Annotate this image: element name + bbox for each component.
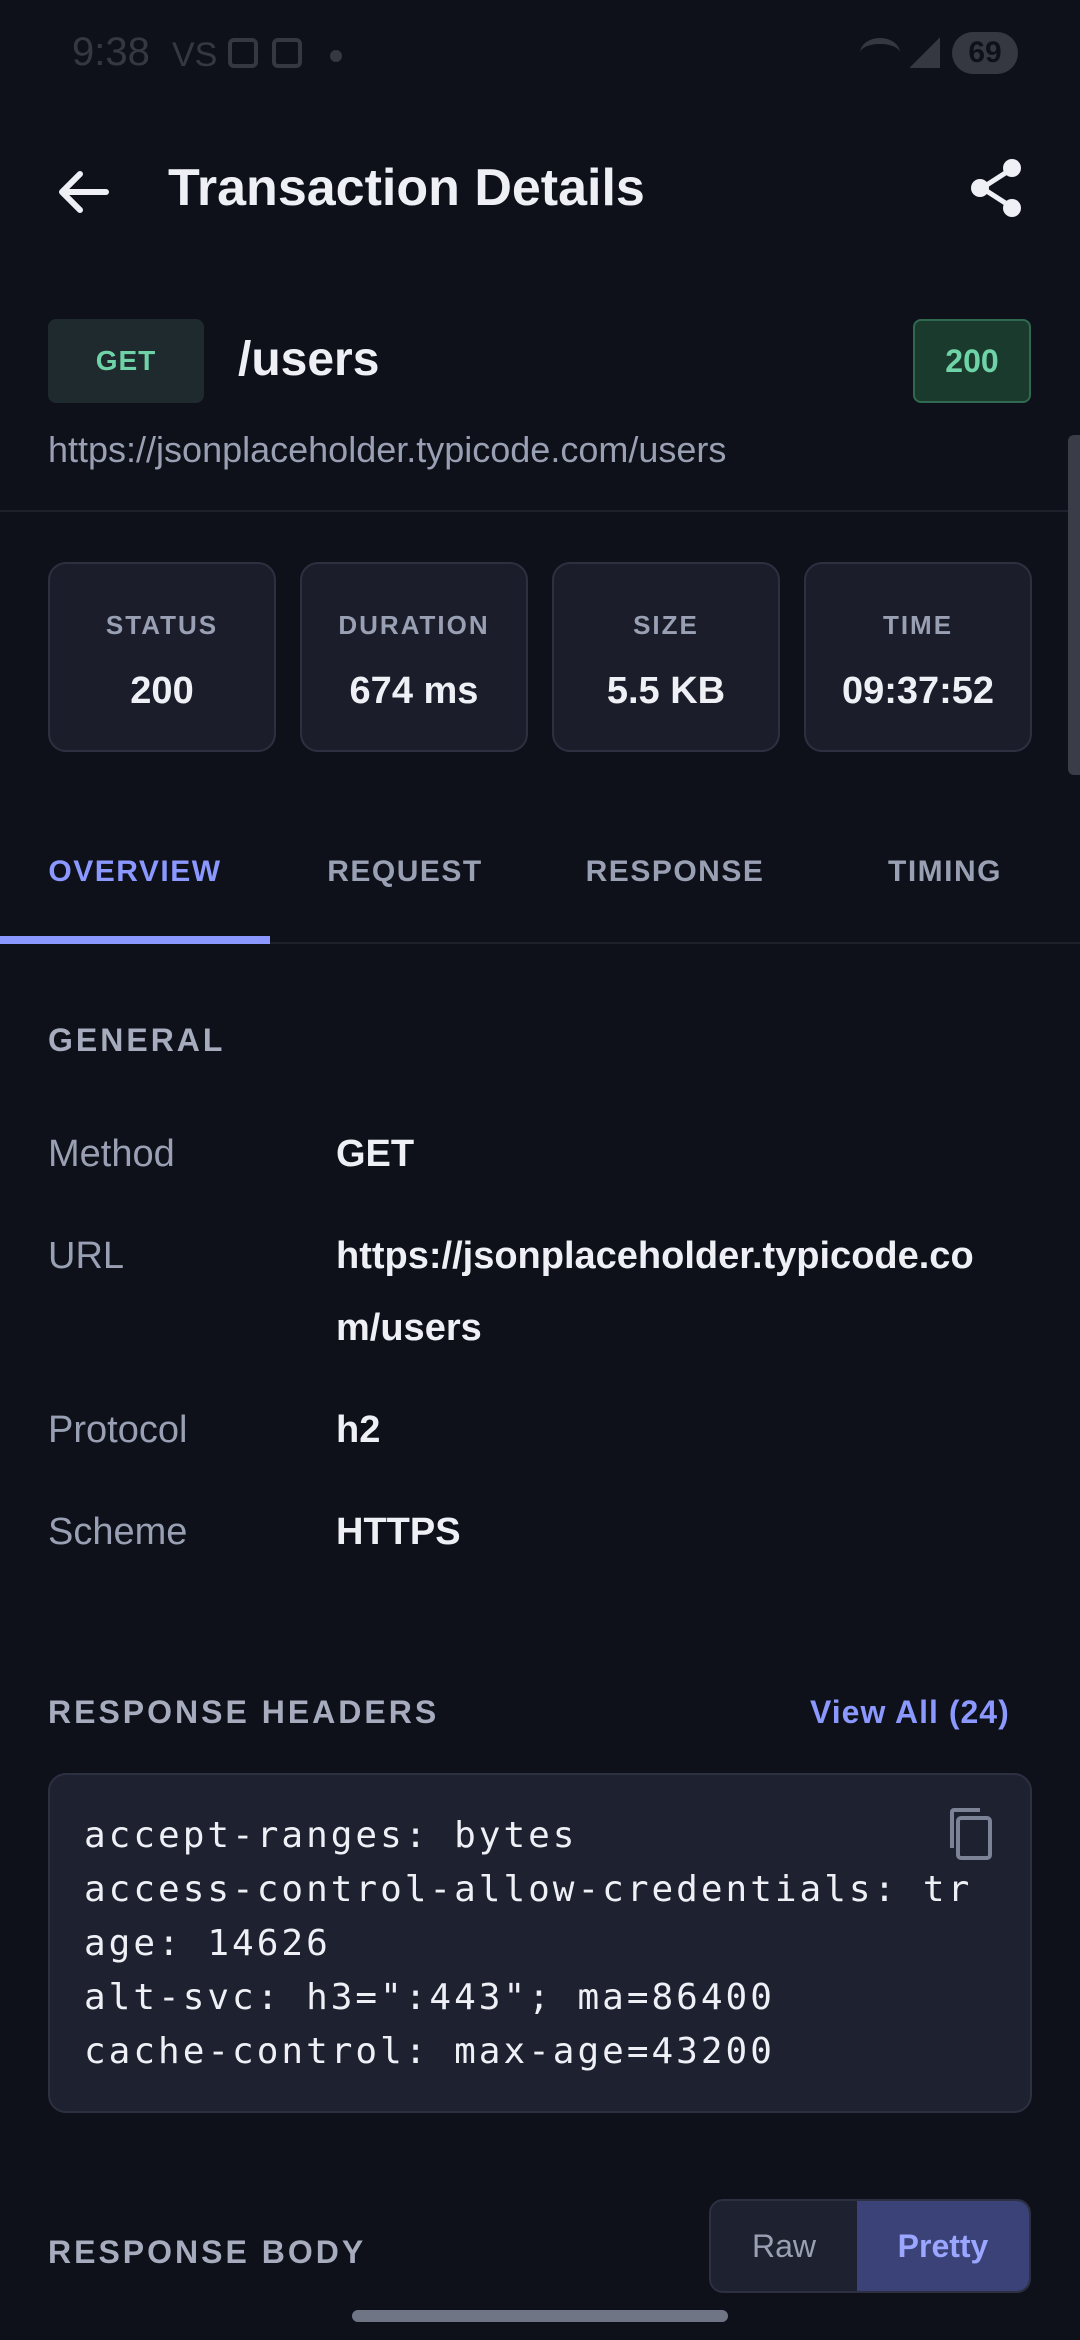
headers-code-block: accept-ranges: bytes access-control-allo… [48, 1773, 1032, 2113]
share-icon[interactable] [964, 156, 1028, 220]
battery-indicator: 69 [952, 32, 1018, 74]
back-arrow-icon[interactable] [52, 160, 116, 224]
endpoint-path: /users [238, 333, 380, 386]
stat-label: TIME [882, 610, 954, 640]
stat-card-status: STATUS 200 [48, 562, 276, 752]
active-tab-indicator [0, 936, 270, 944]
page-title: Transaction Details [168, 159, 645, 217]
stat-label: DURATION [338, 610, 490, 640]
copy-icon[interactable] [946, 1806, 996, 1862]
status-bar: 9:38 VS 69 [0, 0, 1080, 110]
checkbox-notification-icon [272, 38, 302, 68]
general-key: Protocol [48, 1409, 188, 1451]
stat-value: 5.5 KB [606, 670, 726, 712]
status-carrier: VS [172, 36, 218, 74]
header-line: alt-svc: h3=":443"; ma=86400 [84, 1977, 775, 2018]
body-format-toggle: Raw Pretty [709, 2199, 1031, 2293]
header-line: cache-control: max-age=43200 [84, 2031, 775, 2072]
stat-label: SIZE [633, 610, 699, 640]
view-all-headers-link[interactable]: View All (24) [810, 1690, 1010, 1734]
pretty-toggle-option[interactable]: Pretty [857, 2201, 1029, 2291]
stat-card-duration: DURATION 674 ms [300, 562, 528, 752]
stat-value: 674 ms [349, 670, 479, 712]
stat-value: 200 [130, 670, 194, 712]
stat-value: 09:37:52 [841, 670, 995, 712]
header-line: age: 14626 [84, 1923, 331, 1964]
notification-icon [228, 38, 258, 68]
status-time: 9:38 [72, 30, 150, 74]
header-line: accept-ranges: bytes [84, 1815, 578, 1856]
endpoint-url: https://jsonplaceholder.typicode.com/use… [48, 429, 727, 470]
response-headers-heading: RESPONSE HEADERS [48, 1694, 440, 1730]
signal-icon [910, 36, 940, 68]
divider [0, 510, 1080, 512]
tab-timing[interactable]: TIMING [810, 850, 1080, 894]
general-value: h2 [336, 1409, 381, 1451]
general-value: https://jsonplaceholder.typicode.com/use… [336, 1235, 974, 1349]
wifi-icon [860, 38, 900, 68]
general-heading: GENERAL [48, 1022, 226, 1058]
general-key: Scheme [48, 1511, 188, 1553]
general-value: GET [336, 1133, 415, 1175]
general-value: HTTPS [336, 1511, 461, 1553]
tab-overview[interactable]: OVERVIEW [0, 850, 270, 894]
scrollbar[interactable] [1068, 435, 1080, 775]
tab-request[interactable]: REQUEST [270, 850, 540, 894]
general-key: Method [48, 1133, 175, 1175]
header-line: access-control-allow-credentials: tr [84, 1869, 973, 1910]
general-key: URL [48, 1235, 125, 1277]
tab-response[interactable]: RESPONSE [540, 850, 810, 894]
more-notifications-dot [330, 50, 342, 62]
stat-card-size: SIZE 5.5 KB [552, 562, 780, 752]
stat-card-time: TIME 09:37:52 [804, 562, 1032, 752]
response-body-heading: RESPONSE BODY [48, 2234, 367, 2270]
stat-label: STATUS [105, 610, 219, 640]
raw-toggle-option[interactable]: Raw [711, 2201, 857, 2291]
home-indicator[interactable] [352, 2310, 728, 2322]
method-badge: GET [48, 319, 204, 403]
status-code-badge: 200 [913, 319, 1031, 403]
